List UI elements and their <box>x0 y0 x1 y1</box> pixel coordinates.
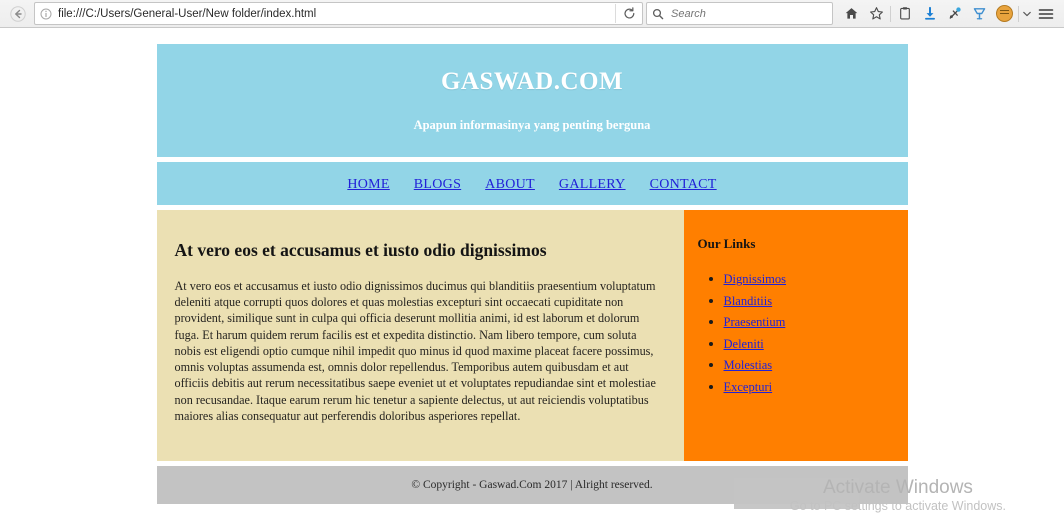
chevron-down-icon[interactable] <box>1020 2 1033 26</box>
account-avatar-icon[interactable] <box>992 2 1017 26</box>
sidebar-title: Our Links <box>697 236 756 251</box>
list-item[interactable]: Dignissimos <box>724 270 894 288</box>
nav-item-blogs[interactable]: BLOGS <box>414 175 461 193</box>
copyright-text: © Copyright - Gaswad.Com 2017 | Alright … <box>411 479 653 491</box>
sync-icon[interactable] <box>942 2 967 26</box>
nav-link-gallery[interactable]: GALLERY <box>559 177 626 192</box>
nav-link-contact[interactable]: CONTACT <box>650 177 717 192</box>
site-footer: © Copyright - Gaswad.Com 2017 | Alright … <box>156 466 908 504</box>
home-icon[interactable] <box>839 2 864 26</box>
site-container: GASWAD.COM Apapun informasinya yang pent… <box>156 44 908 504</box>
reload-icon[interactable] <box>615 4 642 23</box>
hamburger-menu-icon[interactable] <box>1033 2 1058 26</box>
bookmark-star-icon[interactable] <box>864 2 889 26</box>
sidebar-link-excepturi[interactable]: Excepturi <box>724 380 773 394</box>
list-item[interactable]: Deleniti <box>724 335 894 353</box>
site-body: At vero eos et accusamus et iusto odio d… <box>156 210 908 461</box>
url-bar[interactable]: file:///C:/Users/General-User/New folder… <box>34 2 643 25</box>
search-input[interactable] <box>669 6 832 21</box>
list-item[interactable]: Praesentium <box>724 313 894 331</box>
main-navigation: HOME BLOGS ABOUT GALLERY CONTACT <box>156 162 908 205</box>
pocket-icon[interactable] <box>967 2 992 26</box>
info-icon[interactable] <box>35 4 57 23</box>
sidebar-link-dignissimos[interactable]: Dignissimos <box>724 272 787 286</box>
library-icon[interactable] <box>892 2 917 26</box>
download-icon[interactable] <box>917 2 942 26</box>
search-icon <box>647 4 669 23</box>
url-text[interactable]: file:///C:/Users/General-User/New folder… <box>57 8 615 20</box>
nav-link-home[interactable]: HOME <box>347 177 389 192</box>
nav-item-gallery[interactable]: GALLERY <box>559 175 626 193</box>
main-content: At vero eos et accusamus et iusto odio d… <box>156 210 684 461</box>
nav-link-about[interactable]: ABOUT <box>485 177 535 192</box>
nav-item-home[interactable]: HOME <box>347 175 389 193</box>
list-item[interactable]: Molestias <box>724 356 894 374</box>
sidebar: Our Links Dignissimos Blanditiis Praesen… <box>683 210 908 461</box>
toolbar-divider <box>890 5 891 22</box>
site-tagline: Apapun informasinya yang penting berguna <box>413 118 651 132</box>
nav-link-blogs[interactable]: BLOGS <box>414 177 461 192</box>
nav-item-about[interactable]: ABOUT <box>485 175 535 193</box>
toolbar-divider-2 <box>1018 5 1019 22</box>
back-button[interactable] <box>6 2 30 26</box>
toolbar-icon-group <box>839 2 1058 26</box>
sidebar-link-molestias[interactable]: Molestias <box>724 358 773 372</box>
content-paragraph: At vero eos et accusamus et iusto odio d… <box>174 279 656 423</box>
page-viewport: GASWAD.COM Apapun informasinya yang pent… <box>0 28 1064 517</box>
list-item[interactable]: Excepturi <box>724 378 894 396</box>
search-bar[interactable] <box>646 2 833 25</box>
content-heading: At vero eos et accusamus et iusto odio d… <box>174 240 547 260</box>
nav-item-contact[interactable]: CONTACT <box>650 175 717 193</box>
sidebar-link-blanditiis[interactable]: Blanditiis <box>724 294 773 308</box>
list-item[interactable]: Blanditiis <box>724 292 894 310</box>
sidebar-link-deleniti[interactable]: Deleniti <box>724 337 764 351</box>
page-title: GASWAD.COM <box>440 68 624 95</box>
sidebar-link-list: Dignissimos Blanditiis Praesentium Delen… <box>698 270 894 396</box>
nav-list: HOME BLOGS ABOUT GALLERY CONTACT <box>347 175 716 193</box>
browser-toolbar: file:///C:/Users/General-User/New folder… <box>0 0 1064 28</box>
site-header: GASWAD.COM Apapun informasinya yang pent… <box>156 44 908 157</box>
sidebar-link-praesentium[interactable]: Praesentium <box>724 315 786 329</box>
